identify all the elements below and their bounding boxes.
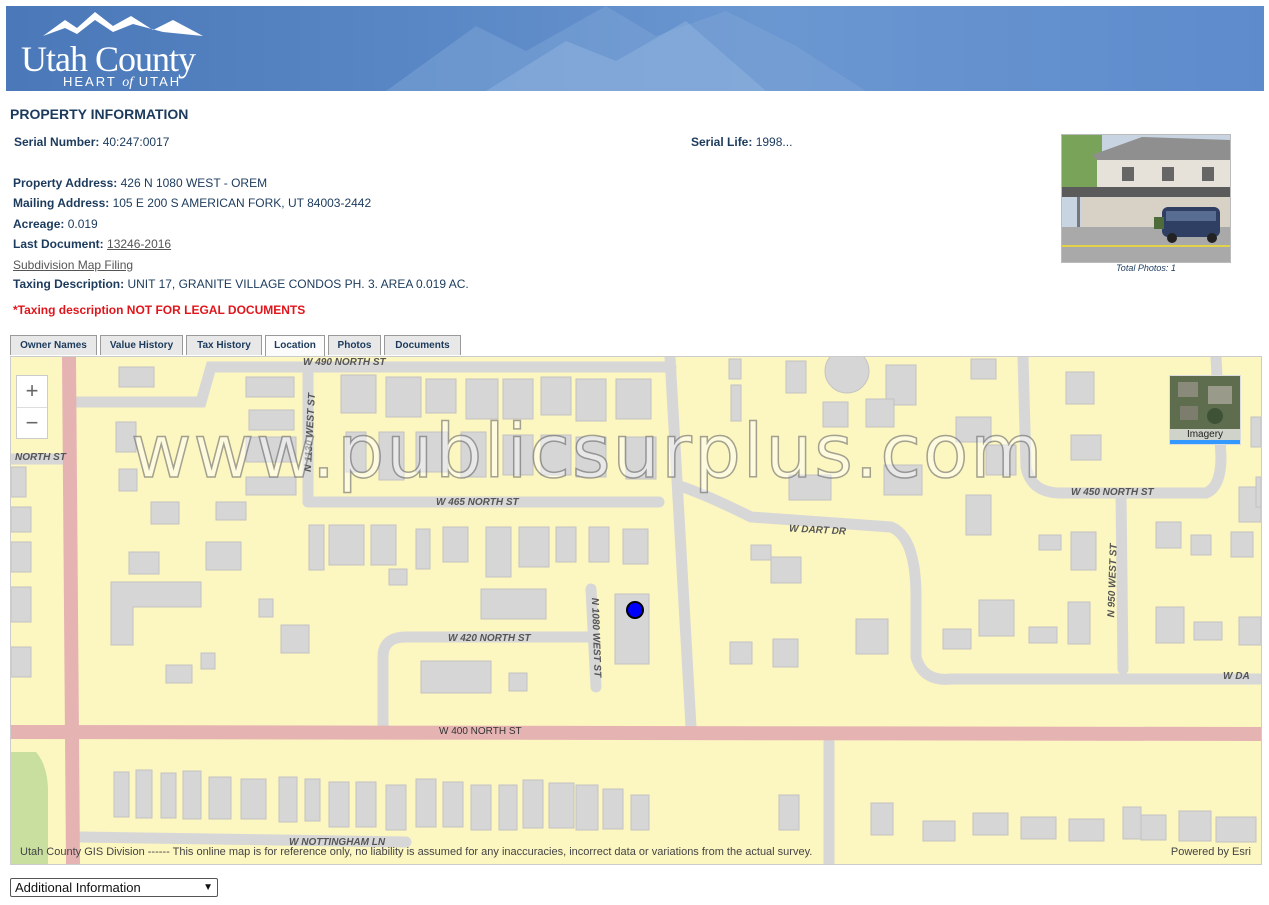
mailing-address-row: Mailing Address: 105 E 200 S AMERICAN FO…	[13, 196, 371, 210]
street-w-490: W 490 NORTH ST	[303, 357, 386, 368]
brand-sub-utah: UTAH	[138, 74, 182, 89]
property-address-label: Property Address:	[13, 176, 118, 190]
serial-number-value: 40:247:0017	[102, 135, 170, 149]
serial-number-row: Serial Number: 40:247:0017	[14, 135, 169, 149]
acreage-label: Acreage:	[13, 217, 65, 231]
imagery-label: Imagery	[1170, 429, 1240, 440]
last-document-label: Last Document:	[13, 237, 104, 251]
serial-number-label: Serial Number:	[14, 135, 100, 149]
taxing-description-row: Taxing Description: UNIT 17, GRANITE VIL…	[13, 277, 469, 291]
street-w-465: W 465 NORTH ST	[436, 497, 519, 508]
photo-caption: Total Photos: 1	[1116, 263, 1176, 273]
chevron-down-icon: ▼	[203, 882, 213, 893]
mailing-address-label: Mailing Address:	[13, 196, 110, 210]
brand-sub-heart: HEART	[63, 74, 117, 89]
last-document-link[interactable]: 13246-2016	[107, 237, 171, 251]
page-title: PROPERTY INFORMATION	[10, 106, 189, 122]
powered-by-esri[interactable]: Powered by Esri	[1171, 846, 1251, 858]
acreage-row: Acreage: 0.019	[13, 217, 98, 231]
taxing-description-label: Taxing Description:	[13, 277, 125, 291]
property-address-value: 426 N 1080 WEST - OREM	[120, 176, 268, 190]
street-north-st: NORTH ST	[15, 452, 66, 463]
select-value: Additional Information	[15, 880, 141, 895]
tab-tax-history[interactable]: Tax History	[186, 335, 262, 355]
street-w-da: W DA	[1223, 671, 1250, 682]
tab-location[interactable]: Location	[265, 335, 325, 356]
additional-information-select[interactable]: Additional Information ▼	[10, 878, 218, 897]
location-map[interactable]: W 490 NORTH ST N 1130 WEST ST NORTH ST W…	[10, 356, 1262, 865]
property-marker[interactable]	[626, 601, 644, 619]
imagery-toggle[interactable]: Imagery	[1169, 375, 1241, 445]
condo-photo-image	[1062, 135, 1230, 262]
zoom-out-button[interactable]: −	[17, 408, 47, 439]
tab-value-history[interactable]: Value History	[100, 335, 183, 355]
serial-life-row: Serial Life: 1998...	[691, 135, 792, 149]
map-attribution: Utah County GIS Division ------ This onl…	[20, 846, 813, 858]
mailing-address-value: 105 E 200 S AMERICAN FORK, UT 84003-2442	[112, 196, 372, 210]
property-photo[interactable]	[1061, 134, 1231, 263]
acreage-value: 0.019	[67, 217, 98, 231]
tab-documents[interactable]: Documents	[384, 335, 461, 355]
zoom-in-button[interactable]: +	[17, 376, 47, 408]
last-document-row: Last Document: 13246-2016	[13, 237, 171, 251]
serial-life-label: Serial Life:	[691, 135, 753, 149]
legal-warning: *Taxing description NOT FOR LEGAL DOCUME…	[13, 303, 306, 317]
imagery-active-bar	[1170, 440, 1240, 444]
subdivision-row: Subdivision Map Filing	[13, 258, 133, 272]
taxing-description-value: UNIT 17, GRANITE VILLAGE CONDOS PH. 3. A…	[127, 277, 469, 291]
brand-sub-of: of	[122, 75, 134, 90]
street-w-450: W 450 NORTH ST	[1071, 487, 1154, 498]
zoom-control: + −	[16, 375, 48, 439]
tab-owner-names[interactable]: Owner Names	[10, 335, 97, 355]
tab-photos[interactable]: Photos	[328, 335, 381, 355]
street-w-420: W 420 NORTH ST	[448, 633, 531, 644]
serial-life-value: 1998...	[755, 135, 793, 149]
header-banner: Utah County HEART of UTAH	[6, 6, 1264, 91]
watermark: www.publicsurplus.com	[130, 408, 1045, 496]
street-w-400: W 400 NORTH ST	[439, 726, 522, 737]
mountain-logo-icon	[43, 12, 203, 36]
property-address-row: Property Address: 426 N 1080 WEST - OREM	[13, 176, 267, 190]
brand-subtitle: HEART of UTAH	[63, 74, 181, 91]
subdivision-map-link[interactable]: Subdivision Map Filing	[13, 258, 133, 272]
